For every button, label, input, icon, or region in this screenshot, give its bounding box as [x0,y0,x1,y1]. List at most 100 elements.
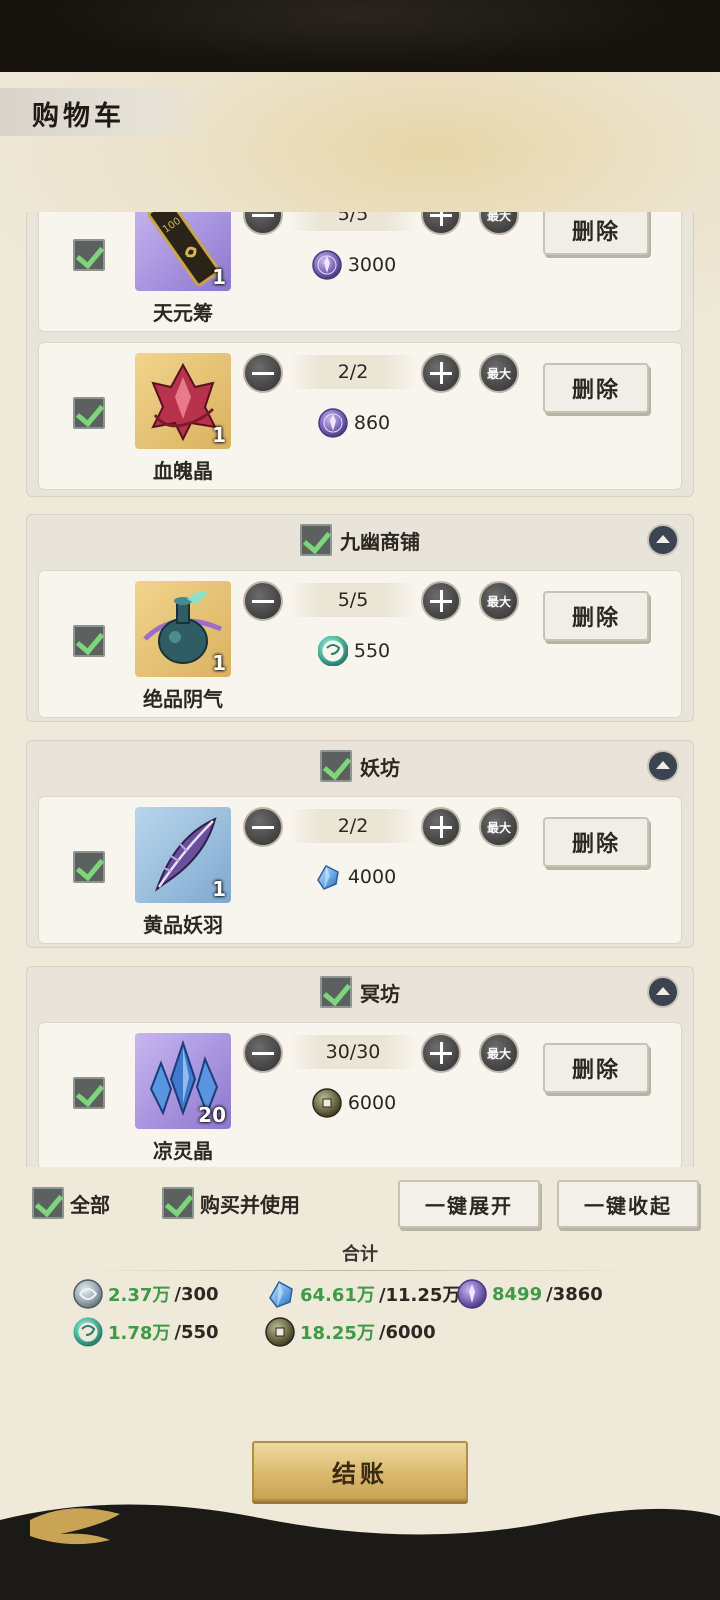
item-name: 绝品阴气 [143,687,223,711]
collapse-all-button[interactable]: 一键收起 [557,1180,699,1228]
total-have: 64.61万 [300,1285,375,1306]
store-checkbox[interactable] [300,524,332,556]
increase-quantity-button[interactable] [421,212,461,235]
item-checkbox[interactable] [73,625,105,657]
delete-button[interactable]: 删除 [543,212,649,255]
quantity-display: 2/2 [289,355,417,389]
collapse-store-button[interactable] [647,750,679,782]
divider [80,1270,640,1271]
increase-quantity-button[interactable] [421,581,461,621]
increase-quantity-button[interactable] [421,1033,461,1073]
increase-quantity-button[interactable] [421,807,461,847]
select-all-option[interactable]: 全部 [32,1187,110,1219]
expand-all-button[interactable]: 一键展开 [398,1180,540,1228]
purple-coin-icon [318,408,348,438]
store-checkbox[interactable] [320,976,352,1008]
max-quantity-button[interactable]: 最大 [479,807,519,847]
delete-button[interactable]: 删除 [543,817,649,867]
store-header: 九幽商铺 [27,523,693,557]
store-checkbox[interactable] [320,750,352,782]
store-title: 九幽商铺 [340,529,420,554]
max-quantity-button[interactable]: 最大 [479,1033,519,1073]
item-count: 20 [198,1103,226,1127]
select-all-checkbox[interactable] [32,1187,64,1219]
tally-token-icon: 100 1 [135,212,231,291]
item-price: 4000 [289,859,419,895]
item-checkbox[interactable] [73,851,105,883]
item-name: 天元筹 [153,301,213,325]
total-purple-coin: 8499 /3860 [456,1278,603,1310]
total-need: /3860 [546,1283,603,1305]
total-need: /6000 [378,1321,436,1343]
max-quantity-button[interactable]: 最大 [479,212,519,235]
delete-button[interactable]: 删除 [543,591,649,641]
store-title: 妖坊 [360,755,400,780]
total-have: 18.25万 [300,1323,375,1344]
decrease-quantity-button[interactable] [243,1033,283,1073]
select-all-label: 全部 [70,1192,110,1217]
demon-feather-icon: 1 [135,807,231,903]
ink-wash-decoration [0,1504,720,1600]
item-price: 550 [289,633,419,669]
silver-coin-icon [73,1279,103,1309]
price-value: 550 [353,640,391,662]
collapse-store-button[interactable] [647,976,679,1008]
item-checkbox[interactable] [73,397,105,429]
quantity-display: 5/5 [289,212,417,231]
item-checkbox[interactable] [73,1077,105,1109]
item-price: 860 [289,405,419,441]
copper-coin-icon [265,1317,295,1347]
store-title: 冥坊 [360,981,400,1006]
decrease-quantity-button[interactable] [243,807,283,847]
total-need: /11.25万 [378,1285,461,1306]
jade-dragon-coin-icon [73,1317,103,1347]
cart-item-juepinyinqi: 1 绝品阴气 5/5 最大 550 删除 [38,570,682,718]
item-name: 凉灵晶 [153,1139,213,1163]
store-header: 冥坊 [27,975,693,1009]
item-count: 1 [212,265,226,289]
buy-and-use-option[interactable]: 购买并使用 [162,1187,300,1219]
item-name: 血魄晶 [153,459,213,483]
buy-and-use-checkbox[interactable] [162,1187,194,1219]
blue-crystal-icon [316,865,339,890]
cold-crystal-icon: 20 [135,1033,231,1129]
spirit-vase-icon: 1 [135,581,231,677]
decrease-quantity-button[interactable] [243,581,283,621]
cart-item-lianglingjing: 20 凉灵晶 30/30 最大 6000 删除 [38,1022,682,1167]
quantity-display: 30/30 [289,1035,417,1069]
price-value: 4000 [347,866,397,888]
total-have: 8499 [492,1283,543,1305]
cart-list[interactable]: 100 1 天元筹 5/5 最大 3000 删除 1 血魄晶 2/2 最大 86… [26,212,694,1167]
collapse-store-button[interactable] [647,524,679,556]
item-checkbox[interactable] [73,239,105,271]
total-have: 2.37万 [108,1285,171,1306]
total-label: 合计 [342,1244,378,1265]
blue-crystal-icon [269,1280,293,1308]
store-header: 妖坊 [27,749,693,783]
total-silver: 2.37万 /300 [72,1278,219,1310]
purple-coin-icon [312,250,342,280]
price-value: 860 [353,412,391,434]
quantity-display: 2/2 [289,809,417,843]
quantity-display: 5/5 [289,583,417,617]
item-count: 1 [212,877,226,901]
jade-dragon-coin-icon [317,636,348,666]
price-value: 3000 [347,254,397,276]
item-count: 1 [212,423,226,447]
price-value: 6000 [347,1092,397,1114]
purple-coin-icon [457,1279,487,1309]
increase-quantity-button[interactable] [421,353,461,393]
cart-item-tianyuanchou: 100 1 天元筹 5/5 最大 3000 删除 [38,212,682,332]
max-quantity-button[interactable]: 最大 [479,353,519,393]
item-price: 3000 [289,247,419,283]
max-quantity-button[interactable]: 最大 [479,581,519,621]
cart-item-xuepojing: 1 血魄晶 2/2 最大 860 删除 [38,342,682,490]
total-jade-coin: 1.78万 /550 [72,1316,219,1348]
delete-button[interactable]: 删除 [543,363,649,413]
decrease-quantity-button[interactable] [243,353,283,393]
item-count: 1 [212,651,226,675]
top-status-area [0,0,720,72]
decrease-quantity-button[interactable] [243,212,283,235]
delete-button[interactable]: 删除 [543,1043,649,1093]
item-price: 6000 [289,1085,419,1121]
